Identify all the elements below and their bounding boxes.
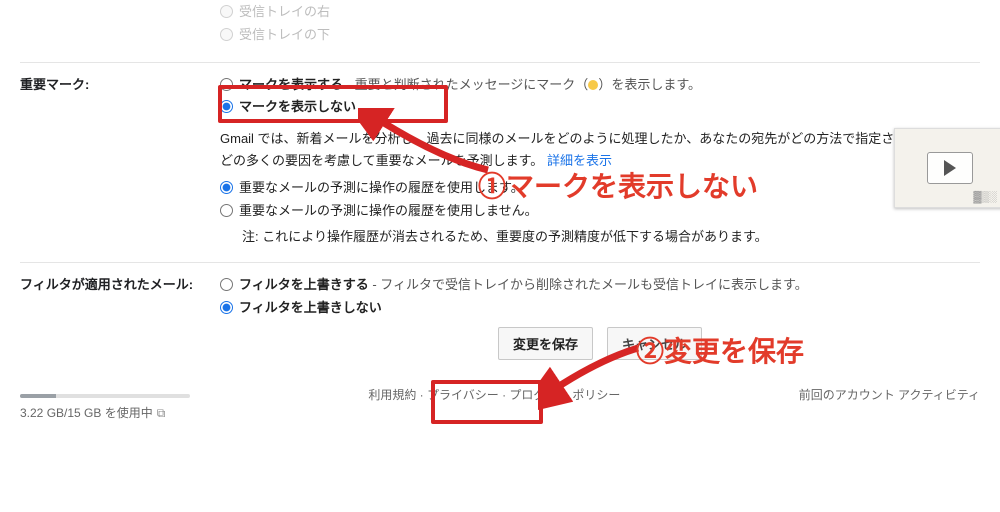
filter-override-desc: - フィルタで受信トレイから削除されたメールも受信トレイに表示します。 <box>369 277 808 292</box>
inbox-layout-below-radio <box>220 28 233 41</box>
hide-marker-label: マークを表示しない <box>239 97 356 118</box>
filter-no-override-radio[interactable] <box>220 301 233 314</box>
important-section-label: 重要マーク: <box>20 73 220 93</box>
history-note: 注: これにより操作履歴が消去されるため、重要度の予測精度が低下する場合がありま… <box>242 226 980 248</box>
open-in-new-icon: ⧉ <box>157 406 166 421</box>
save-button[interactable]: 変更を保存 <box>498 327 593 360</box>
use-history-label: 重要なメールの予測に操作の履歴を使用します。 <box>239 178 524 199</box>
filter-override-radio[interactable] <box>220 278 233 291</box>
no-history-label: 重要なメールの予測に操作の履歴を使用しません。 <box>239 201 538 222</box>
inbox-layout-below-label: 受信トレイの下 <box>239 25 330 46</box>
filter-override-label: フィルタを上書きする <box>239 277 369 292</box>
inbox-layout-right-radio <box>220 5 233 18</box>
use-history-radio[interactable] <box>220 181 233 194</box>
storage-text: 3.22 GB/15 GB を使用中 <box>20 406 153 420</box>
inbox-layout-right-label: 受信トレイの右 <box>239 2 330 23</box>
filter-no-override-label: フィルタを上書きしない <box>239 298 382 319</box>
footer-links[interactable]: 利用規約 · プライバシー · プログラム ポリシー <box>190 386 799 403</box>
tutorial-video-thumbnail[interactable]: ▓▒░ <box>894 128 1000 208</box>
show-marker-label: マークを表示する <box>239 77 343 92</box>
account-activity[interactable]: 前回のアカウント アクティビティ <box>799 386 980 403</box>
filter-section-label: フィルタが適用されたメール: <box>20 273 220 293</box>
storage-bar <box>20 394 190 398</box>
show-marker-radio[interactable] <box>220 78 233 91</box>
cancel-button[interactable]: キャンセル <box>607 327 702 360</box>
details-link[interactable]: 詳細を表示 <box>547 153 612 168</box>
no-history-radio[interactable] <box>220 204 233 217</box>
show-marker-desc2: ）を表示します。 <box>598 77 701 92</box>
play-icon <box>927 152 973 184</box>
hide-marker-radio[interactable] <box>220 100 233 113</box>
show-marker-desc1: - 重要と判断されたメッセージにマーク（ <box>343 77 588 92</box>
important-marker-icon <box>588 80 598 90</box>
